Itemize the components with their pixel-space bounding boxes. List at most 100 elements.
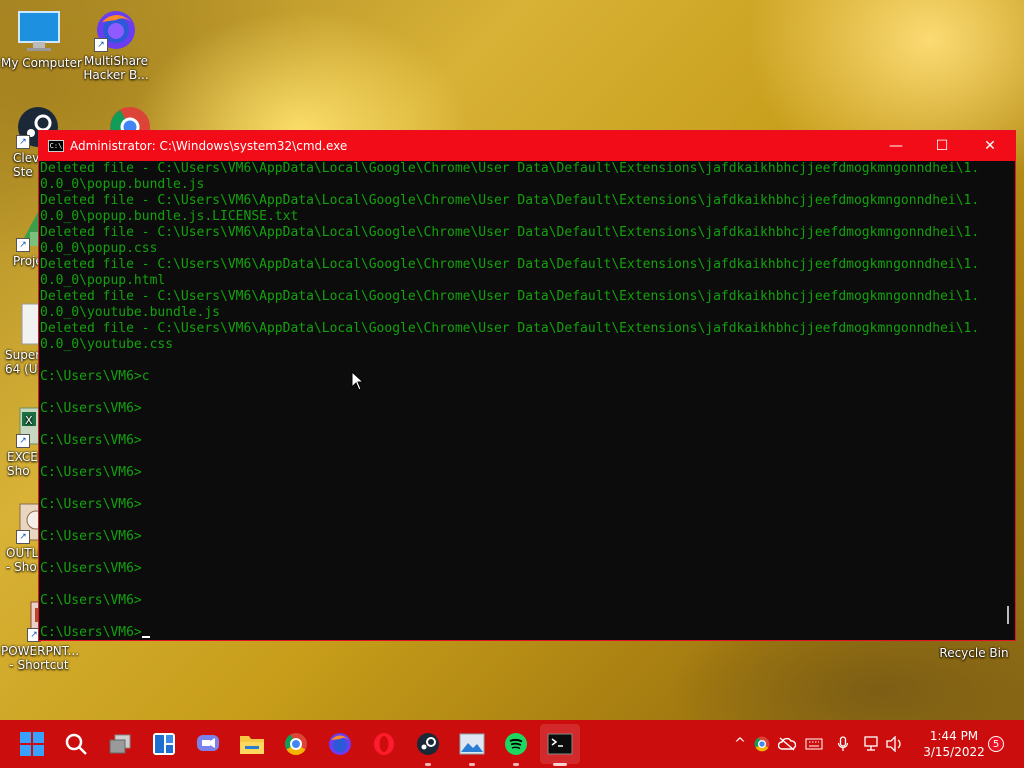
close-button[interactable]: ✕ xyxy=(965,131,1015,161)
running-indicator xyxy=(425,763,431,766)
console-line: C:\Users\VM6>c xyxy=(40,369,150,384)
desktop-icon-label: Clev Ste xyxy=(13,151,40,179)
chrome-icon xyxy=(285,733,307,755)
opera-taskbar-button[interactable] xyxy=(370,730,398,758)
folder-icon xyxy=(240,736,264,754)
spotify-taskbar-button[interactable] xyxy=(502,730,530,766)
steam-icon xyxy=(417,733,439,755)
desktop-icon-outlook[interactable]: ↗ OUTLO - Sho xyxy=(0,500,55,574)
clock-date: 3/15/2022 xyxy=(923,745,985,759)
clock[interactable]: 1:44 PM 3/15/2022 xyxy=(918,728,990,760)
firefox-taskbar-button[interactable] xyxy=(326,730,354,758)
chrome-tray-icon[interactable] xyxy=(750,736,774,752)
notification-badge[interactable]: 5 xyxy=(988,736,1004,752)
desktop-icon-label: MultiShare Hacker B... xyxy=(83,54,149,82)
running-indicator xyxy=(469,763,475,766)
file-explorer-button[interactable] xyxy=(238,730,266,758)
task-view-button[interactable] xyxy=(106,730,134,758)
shortcut-arrow-icon: ↗ xyxy=(16,434,30,448)
search-button[interactable] xyxy=(62,730,90,758)
desktop-icon-label: EXCEL Sho xyxy=(7,450,45,478)
scrollbar[interactable] xyxy=(999,161,1015,640)
desktop-icon-label: My Computer xyxy=(1,56,82,70)
console-line: 0.0_0\youtube.bundle.js xyxy=(40,305,221,320)
cloud-offline-icon[interactable] xyxy=(774,737,800,751)
desktop-icon-label: POWERPNT... - Shortcut xyxy=(1,644,80,672)
taskbar: ^ 1:44 PM 3/15/2022 xyxy=(0,720,1024,768)
widgets-button[interactable] xyxy=(150,730,178,758)
shortcut-arrow-icon: ↗ xyxy=(16,135,30,149)
steam-taskbar-button[interactable] xyxy=(414,730,442,766)
console-line: C:\Users\VM6> xyxy=(40,465,142,480)
terminal-icon xyxy=(547,733,573,755)
photos-icon xyxy=(459,733,485,755)
cmd-window: C:\ Administrator: C:\Windows\system32\c… xyxy=(38,130,1016,641)
teams-chat-button[interactable] xyxy=(194,730,222,758)
console-line: 0.0_0\popup.bundle.js xyxy=(40,177,205,192)
console-line: Deleted file - C:\Users\VM6\AppData\Loca… xyxy=(40,161,980,176)
firefox-icon: ↗ xyxy=(94,8,138,52)
minimize-button[interactable]: — xyxy=(873,131,919,161)
windows-logo-icon xyxy=(20,732,44,756)
chat-icon xyxy=(197,735,219,751)
terminal-taskbar-button[interactable] xyxy=(546,730,574,766)
shortcut-arrow-icon: ↗ xyxy=(94,38,108,52)
cmd-titlebar[interactable]: C:\ Administrator: C:\Windows\system32\c… xyxy=(39,131,1015,161)
console-line: C:\Users\VM6> xyxy=(40,497,142,512)
cmd-title: Administrator: C:\Windows\system32\cmd.e… xyxy=(70,139,348,153)
console-output[interactable]: Deleted file - C:\Users\VM6\AppData\Loca… xyxy=(39,161,999,640)
scrollbar-thumb[interactable] xyxy=(1007,606,1009,624)
spotify-icon xyxy=(505,733,527,755)
microphone-icon[interactable] xyxy=(828,736,858,752)
opera-icon xyxy=(374,733,394,755)
console-line: Deleted file - C:\Users\VM6\AppData\Loca… xyxy=(40,225,980,240)
console-line: 0.0_0\youtube.css xyxy=(40,337,174,352)
maximize-button[interactable]: ☐ xyxy=(919,131,965,161)
console-line: C:\Users\VM6> xyxy=(40,625,999,640)
volume-icon[interactable] xyxy=(884,736,906,752)
svg-text:X: X xyxy=(25,414,33,427)
task-view-icon xyxy=(109,734,131,754)
shortcut-arrow-icon: ↗ xyxy=(16,238,30,252)
shortcut-arrow-icon: ↗ xyxy=(16,530,30,544)
desktop-icon-label: Recycle Bin xyxy=(939,646,1009,660)
network-icon[interactable] xyxy=(858,736,884,752)
cmd-app-icon: C:\ xyxy=(48,140,64,152)
desktop-icon-label: Proje xyxy=(13,254,43,268)
chevron-up-icon[interactable]: ^ xyxy=(730,736,750,752)
desktop-icon-clever-steam[interactable]: ↗ Clev Ste xyxy=(0,105,58,179)
start-button[interactable] xyxy=(18,730,46,758)
console-line: 0.0_0\popup.bundle.js.LICENSE.txt xyxy=(40,209,299,224)
desktop-icon-label: Super 64 (U) xyxy=(5,348,43,376)
desktop-icon-chrome[interactable] xyxy=(92,105,168,132)
desktop-icon-multishare[interactable]: ↗ MultiShare Hacker B... xyxy=(78,8,154,82)
desktop-icon-excel[interactable]: X ↗ EXCEL Sho xyxy=(0,404,55,478)
console-line: Deleted file - C:\Users\VM6\AppData\Loca… xyxy=(40,193,980,208)
system-tray: ^ xyxy=(730,720,906,768)
photos-taskbar-button[interactable] xyxy=(458,730,486,766)
console-line: Deleted file - C:\Users\VM6\AppData\Loca… xyxy=(40,257,980,272)
widgets-icon xyxy=(153,733,175,755)
desktop-icon-label: OUTLO - Sho xyxy=(6,546,48,574)
chrome-icon xyxy=(108,105,152,130)
chrome-taskbar-button[interactable] xyxy=(282,730,310,758)
desktop-icon-my-computer[interactable]: My Computer xyxy=(1,10,82,70)
running-indicator xyxy=(513,763,519,766)
keyboard-icon[interactable] xyxy=(800,738,828,750)
console-line: Deleted file - C:\Users\VM6\AppData\Loca… xyxy=(40,321,980,336)
desktop-icon-project[interactable]: ↗ Proje xyxy=(0,208,52,268)
search-icon xyxy=(65,733,87,755)
desktop-icon-super64[interactable]: Super 64 (U) xyxy=(0,302,53,376)
active-indicator xyxy=(553,763,567,766)
console-line: C:\Users\VM6> xyxy=(40,561,142,576)
console-line: C:\Users\VM6> xyxy=(40,401,142,416)
desktop-icon-recycle-bin[interactable]: Recycle Bin xyxy=(936,646,1012,660)
